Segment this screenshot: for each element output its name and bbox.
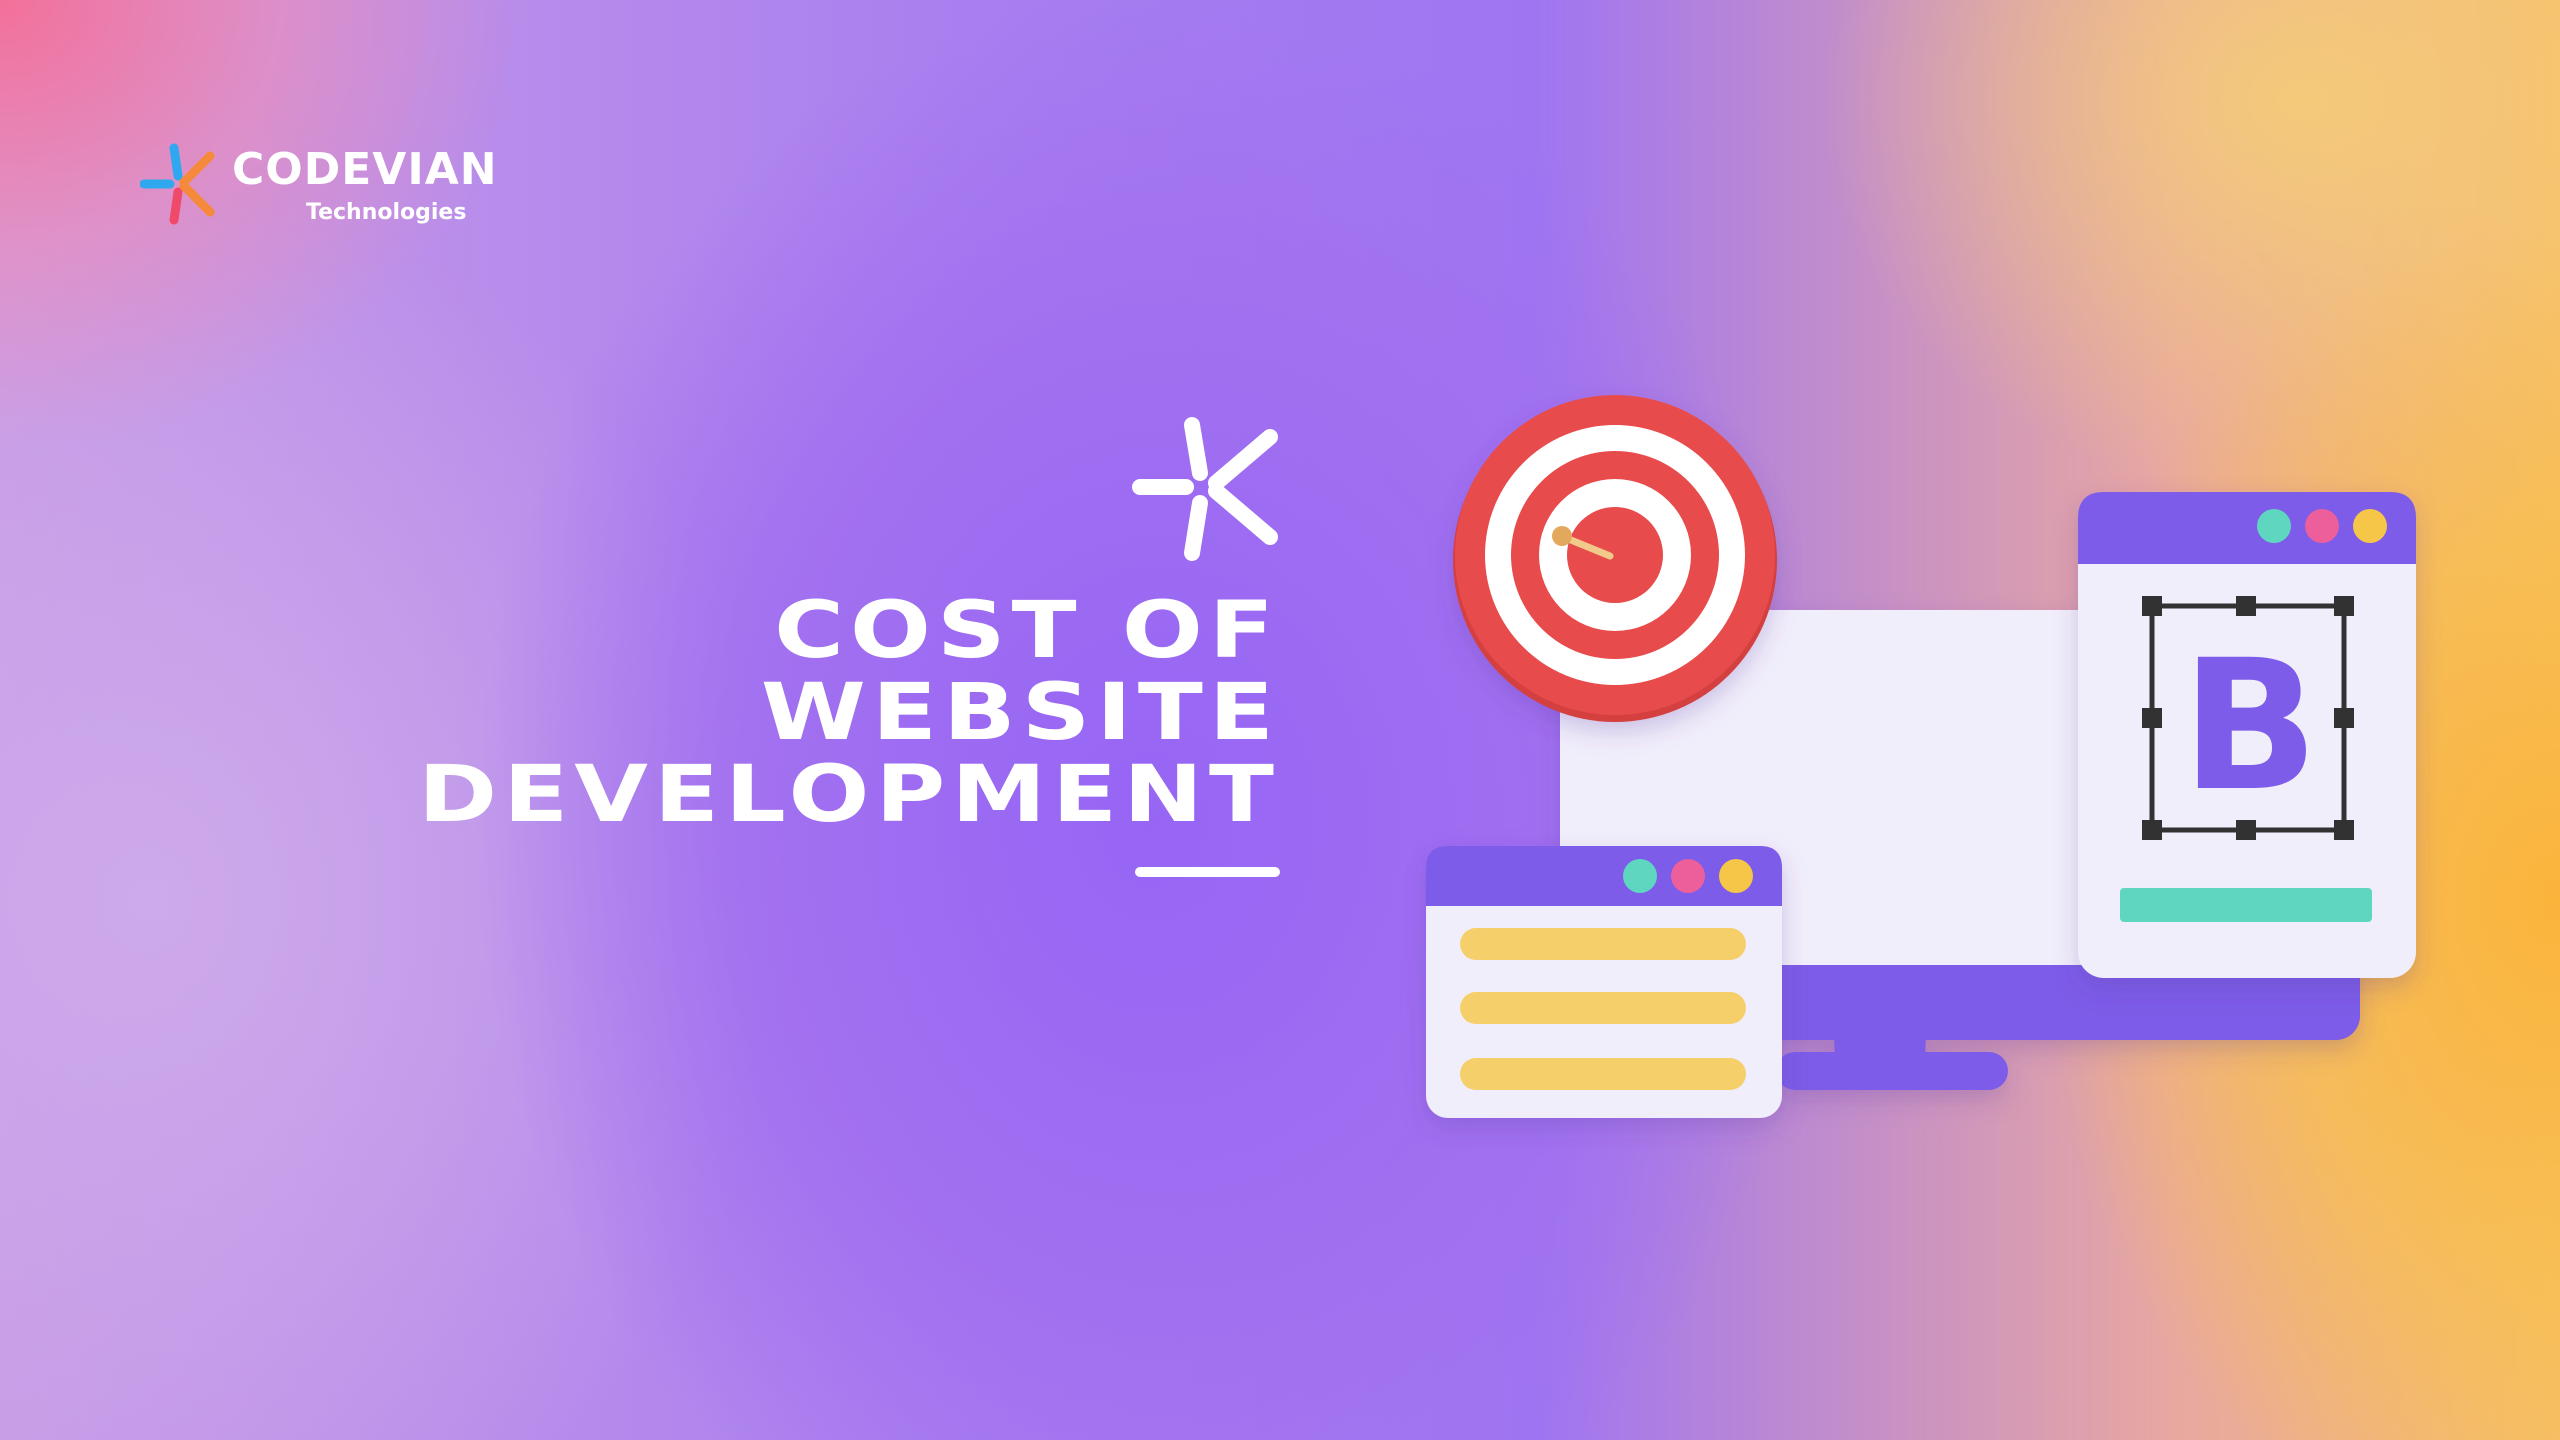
target-icon <box>1453 395 1777 722</box>
hero-asterisk-icon <box>1132 417 1278 561</box>
illustration-svg: B <box>1426 395 2416 1118</box>
title-line-2: WEBSITE <box>760 668 1280 758</box>
brand-name: CODEVIAN <box>232 144 498 195</box>
brand-logo[interactable]: CODEVIAN Technologies <box>140 140 497 240</box>
title-line-1: COST OF <box>774 586 1280 676</box>
brand-asterisk-icon <box>140 143 215 225</box>
bold-letter: B <box>2181 622 2318 831</box>
web-development-illustration: B <box>1420 380 2440 1180</box>
title-line-3: DEVELOPMENT <box>418 750 1280 840</box>
text-lines-icon <box>1426 846 1782 1118</box>
brand-subtitle: Technologies <box>306 200 467 225</box>
teal-bar <box>2120 888 2372 922</box>
page-title: COST OF WEBSITE DEVELOPMENT <box>60 590 1280 836</box>
browser-window-icon: B <box>2078 492 2416 978</box>
title-underline <box>1135 867 1280 877</box>
